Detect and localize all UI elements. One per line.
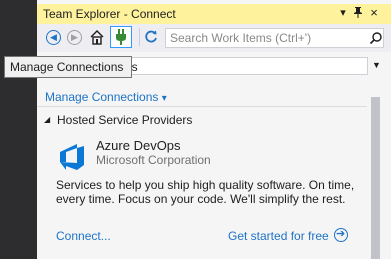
connect-link[interactable]: Connect...: [56, 229, 111, 243]
chevron-down-icon[interactable]: ▼: [372, 60, 381, 70]
section-title[interactable]: Hosted Service Providers: [57, 113, 192, 127]
arrow-right-icon: ➔: [336, 228, 346, 240]
search-icon[interactable]: [369, 31, 383, 48]
window-title: Team Explorer - Connect: [43, 7, 176, 21]
provider-description: Services to help you ship high quality s…: [56, 178, 355, 206]
forward-icon: ▶: [71, 32, 78, 42]
divider: [37, 106, 391, 107]
azure-devops-logo-icon: [56, 140, 88, 175]
plug-icon: [116, 29, 126, 45]
manage-connections-button[interactable]: [110, 26, 132, 48]
close-icon[interactable]: ×: [368, 6, 380, 20]
manage-connections-label: Manage Connections: [45, 90, 159, 104]
tooltip-text: Manage Connections: [10, 60, 124, 74]
chevron-down-icon: ▾: [161, 93, 167, 104]
home-button[interactable]: [89, 29, 105, 48]
pin-icon[interactable]: [352, 6, 364, 22]
dropdown-icon[interactable]: ▾: [337, 6, 349, 20]
provider-name: Azure DevOps: [96, 138, 181, 153]
provider-company: Microsoft Corporation: [96, 153, 211, 167]
get-started-link[interactable]: Get started for free: [228, 229, 329, 243]
toolbar-separator: [139, 28, 140, 46]
refresh-icon: [145, 30, 157, 43]
home-icon: [90, 30, 104, 45]
search-placeholder: Search Work Items (Ctrl+'): [170, 31, 312, 45]
manage-connections-link[interactable]: Manage Connections ▾: [45, 90, 167, 104]
collapse-arrow-icon[interactable]: ◢: [44, 115, 50, 124]
back-button[interactable]: ◀: [46, 30, 61, 45]
refresh-button[interactable]: [143, 29, 159, 48]
scrollbar-thumb[interactable]: [371, 97, 380, 259]
forward-button[interactable]: ▶: [67, 30, 82, 45]
back-icon: ◀: [50, 32, 57, 42]
